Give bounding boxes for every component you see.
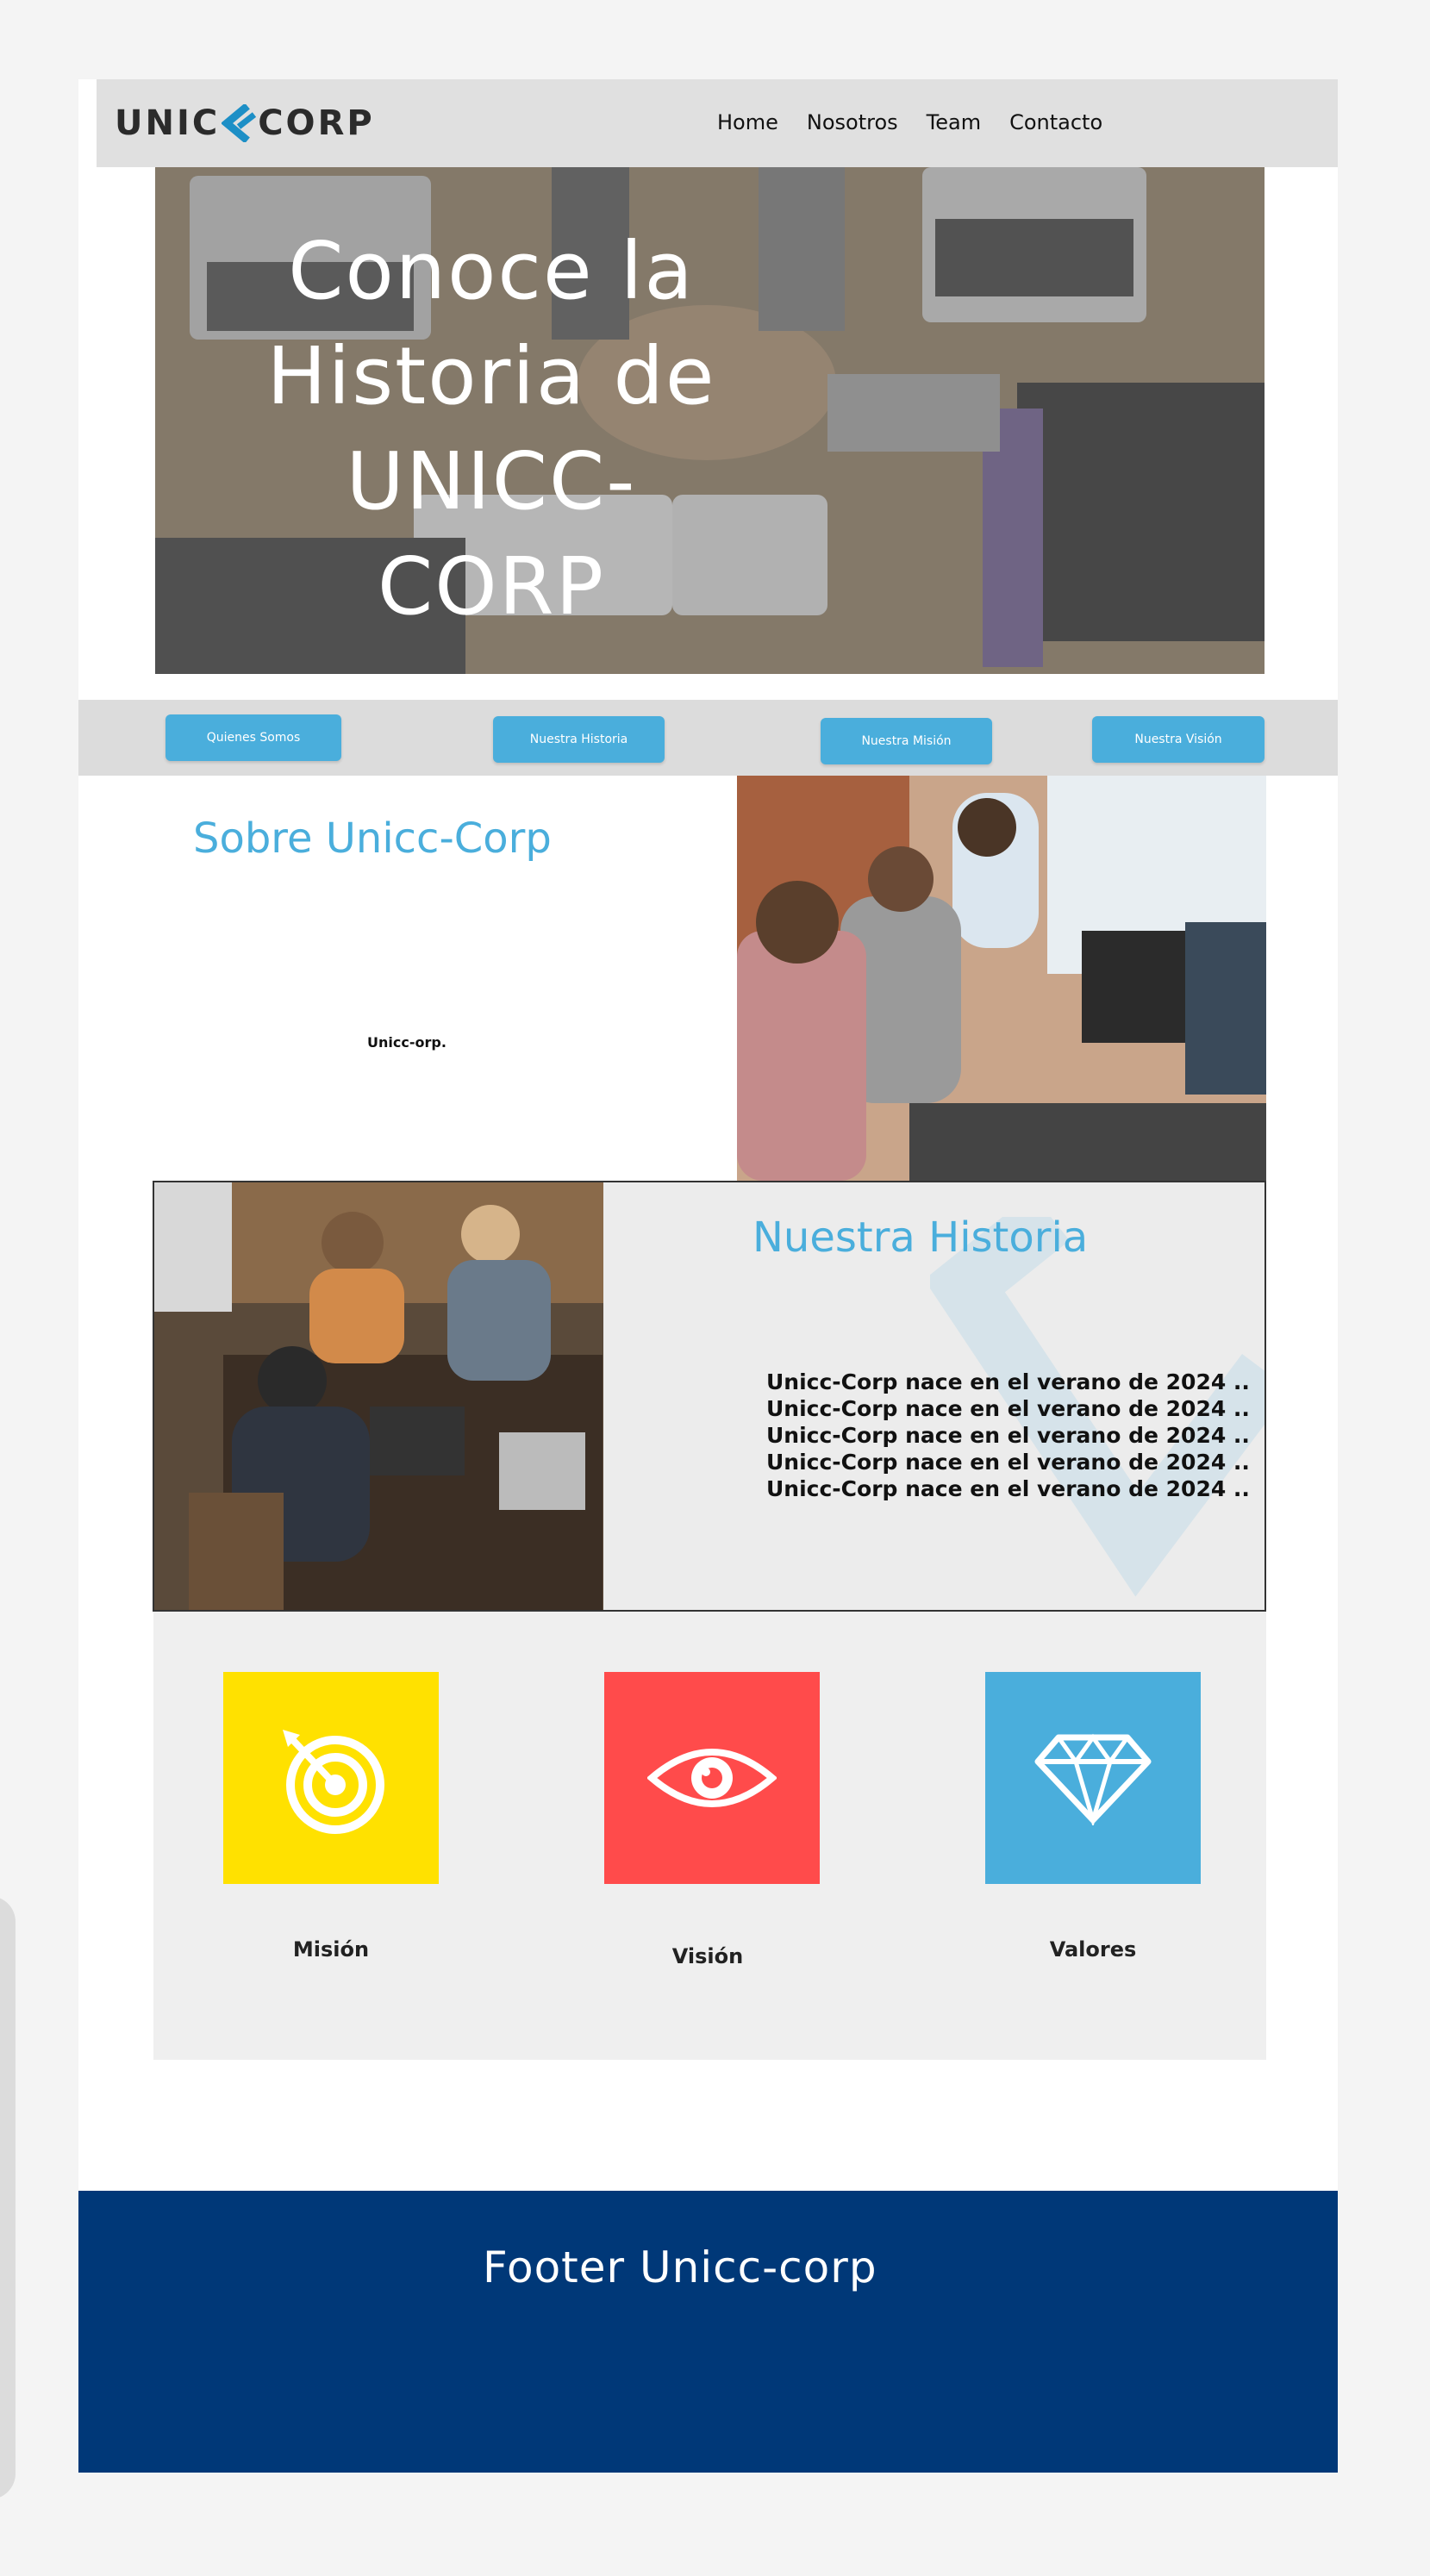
logo-mark-icon: [222, 104, 257, 142]
target-icon: [283, 1730, 384, 1834]
site-logo[interactable]: UNIC CORP: [115, 103, 375, 143]
site-footer: Footer Unicc-corp: [78, 2191, 1338, 2473]
footer-title: Footer Unicc-corp: [483, 2242, 877, 2292]
hero-banner: Conoce la Historia de UNICC-CORP: [155, 167, 1265, 674]
sobre-text: Unicc-orp.: [367, 1034, 446, 1051]
site-header: UNIC CORP Home Nosotros Team Contacto: [97, 79, 1338, 167]
nav-contacto[interactable]: Contacto: [1009, 110, 1102, 134]
valores-label-text: Valores: [1049, 1937, 1137, 1962]
historia-section: Nuestra Historia Unicc-Corp nace en el v…: [153, 1181, 1266, 1612]
tab-nuestra-historia[interactable]: Nuestra Historia: [493, 716, 665, 763]
nav-nosotros[interactable]: Nosotros: [807, 110, 898, 134]
sobre-title: Sobre Unicc-Corp: [193, 814, 552, 863]
eye-icon: [647, 1749, 777, 1807]
sobre-section: Sobre Unicc-Corp Unicc-orp.: [78, 776, 1266, 1181]
sobre-office-photo: [737, 776, 1266, 1181]
historia-line-5: Unicc-Corp nace en el verano de 2024 ..: [766, 1476, 1250, 1501]
historia-line-1: Unicc-Corp nace en el verano de 2024 ..: [766, 1369, 1250, 1394]
hero-title-line-2: Historia de: [266, 330, 716, 422]
main-nav: Home Nosotros Team Contacto: [717, 110, 1102, 134]
values-cards-section: [153, 1612, 1266, 2060]
tab-nuestra-mision[interactable]: Nuestra Misión: [821, 718, 992, 764]
diamond-icon: [1034, 1733, 1152, 1825]
section-tabs-bar: Quienes Somos Nuestra Historia Nuestra M…: [78, 700, 1338, 776]
historia-line-2: Unicc-Corp nace en el verano de 2024 ..: [766, 1396, 1250, 1421]
mision-card[interactable]: [223, 1672, 439, 1884]
historia-line-3: Unicc-Corp nace en el verano de 2024 ..: [766, 1423, 1250, 1448]
historia-team-photo: [154, 1182, 603, 1610]
page-container: UNIC CORP Home Nosotros Team Contacto Co…: [78, 79, 1338, 2473]
valores-card[interactable]: [985, 1672, 1201, 1884]
side-scroll-tab: [0, 1896, 16, 2499]
hero-title-line-1: Conoce la: [288, 225, 695, 317]
tab-quienes-somos[interactable]: Quienes Somos: [165, 714, 341, 761]
historia-title: Nuestra Historia: [752, 1213, 1089, 1262]
logo-text-left: UNIC: [115, 103, 221, 143]
vision-card[interactable]: [604, 1672, 820, 1884]
nav-home[interactable]: Home: [717, 110, 778, 134]
mision-label-text: Misión: [292, 1937, 370, 1962]
historia-line-4: Unicc-Corp nace en el verano de 2024 ..: [766, 1450, 1250, 1475]
nav-team[interactable]: Team: [927, 110, 981, 134]
logo-text-right: CORP: [258, 103, 375, 143]
historia-text: Unicc-Corp nace en el verano de 2024 .. …: [766, 1369, 1250, 1502]
hero-title: Conoce la Historia de UNICC-CORP: [241, 219, 741, 639]
hero-title-line-3: UNICC-CORP: [346, 435, 637, 633]
vision-label-text: Visión: [671, 1944, 744, 1968]
tab-nuestra-vision[interactable]: Nuestra Visión: [1092, 716, 1265, 763]
